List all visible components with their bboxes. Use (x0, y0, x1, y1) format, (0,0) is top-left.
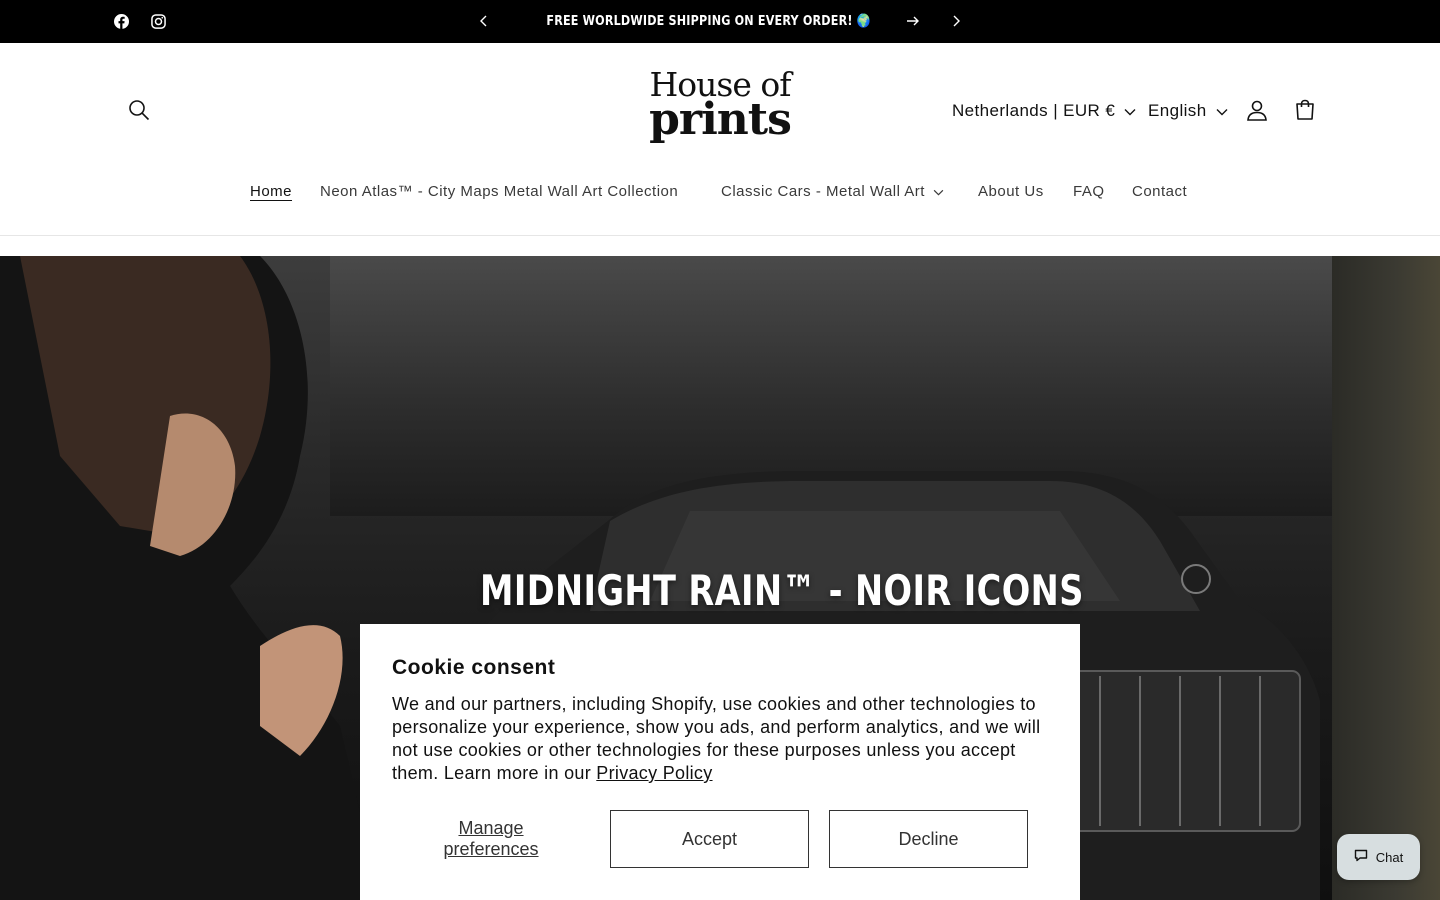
accept-button[interactable]: Accept (610, 810, 809, 868)
account-icon[interactable] (1242, 95, 1272, 125)
nav-item-label: About Us (978, 183, 1044, 200)
facebook-icon[interactable] (112, 12, 130, 30)
nav-item-contact[interactable]: Contact (1132, 183, 1187, 200)
chevron-down-icon (1124, 101, 1136, 121)
chevron-right-icon[interactable] (946, 11, 966, 31)
nav-item-neon-atlas[interactable]: Neon Atlas™ - City Maps Metal Wall Art C… (320, 183, 678, 200)
logo-line-2: prints (649, 94, 792, 145)
site-header: House of prints Netherlands | EUR € Engl… (0, 43, 1440, 236)
announcement-message[interactable]: Free worldwide shipping on every order! … (520, 0, 920, 43)
nav-item-label: Neon Atlas™ - City Maps Metal Wall Art C… (320, 183, 679, 200)
chat-button[interactable]: Chat (1337, 834, 1420, 880)
language-selector-label: English (1148, 101, 1207, 120)
nav-item-classic-cars[interactable]: Classic Cars - Metal Wall Art (721, 183, 944, 200)
decline-button[interactable]: Decline (829, 810, 1028, 868)
hero-person-image (0, 256, 380, 900)
hero-right-edge (1332, 256, 1440, 900)
chat-label: Chat (1375, 849, 1404, 865)
language-selector[interactable]: English (1148, 99, 1228, 123)
chevron-down-icon (933, 183, 944, 200)
chevron-left-icon[interactable] (474, 11, 494, 31)
cart-icon[interactable] (1290, 95, 1320, 125)
manage-preferences-link[interactable]: Manage preferences (422, 818, 560, 860)
nav-item-label: Home (250, 183, 293, 200)
hero-title: Midnight Rain™ - Noir Icons (480, 566, 1084, 615)
chevron-down-icon (1216, 101, 1228, 121)
country-selector[interactable]: Netherlands | EUR € (952, 99, 1136, 123)
cookie-consent-dialog: Cookie consent We and our partners, incl… (360, 624, 1080, 900)
nav-item-about-us[interactable]: About Us (978, 183, 1044, 200)
privacy-policy-link[interactable]: Privacy Policy (596, 763, 712, 783)
cookie-title: Cookie consent (392, 656, 556, 679)
arrow-right-icon (906, 13, 920, 31)
instagram-icon[interactable] (149, 12, 167, 30)
announcement-text: Free worldwide shipping on every order! … (546, 14, 872, 29)
site-logo[interactable]: House of prints (620, 67, 820, 153)
nav-item-home[interactable]: Home (250, 183, 292, 200)
nav-item-label: Contact (1132, 183, 1188, 200)
announcement-bar: Free worldwide shipping on every order! … (0, 0, 1440, 43)
nav-item-label: Classic Cars - Metal Wall Art (721, 183, 925, 200)
search-icon[interactable] (124, 95, 154, 125)
main-nav: Home Neon Atlas™ - City Maps Metal Wall … (0, 173, 1440, 211)
nav-item-faq[interactable]: FAQ (1073, 183, 1105, 200)
country-selector-label: Netherlands | EUR € (952, 101, 1116, 120)
cookie-text: We and our partners, including Shopify, … (392, 693, 1048, 785)
cookie-body: We and our partners, including Shopify, … (392, 694, 1041, 783)
chat-bubble-icon (1354, 849, 1368, 865)
nav-item-label: FAQ (1073, 183, 1105, 200)
